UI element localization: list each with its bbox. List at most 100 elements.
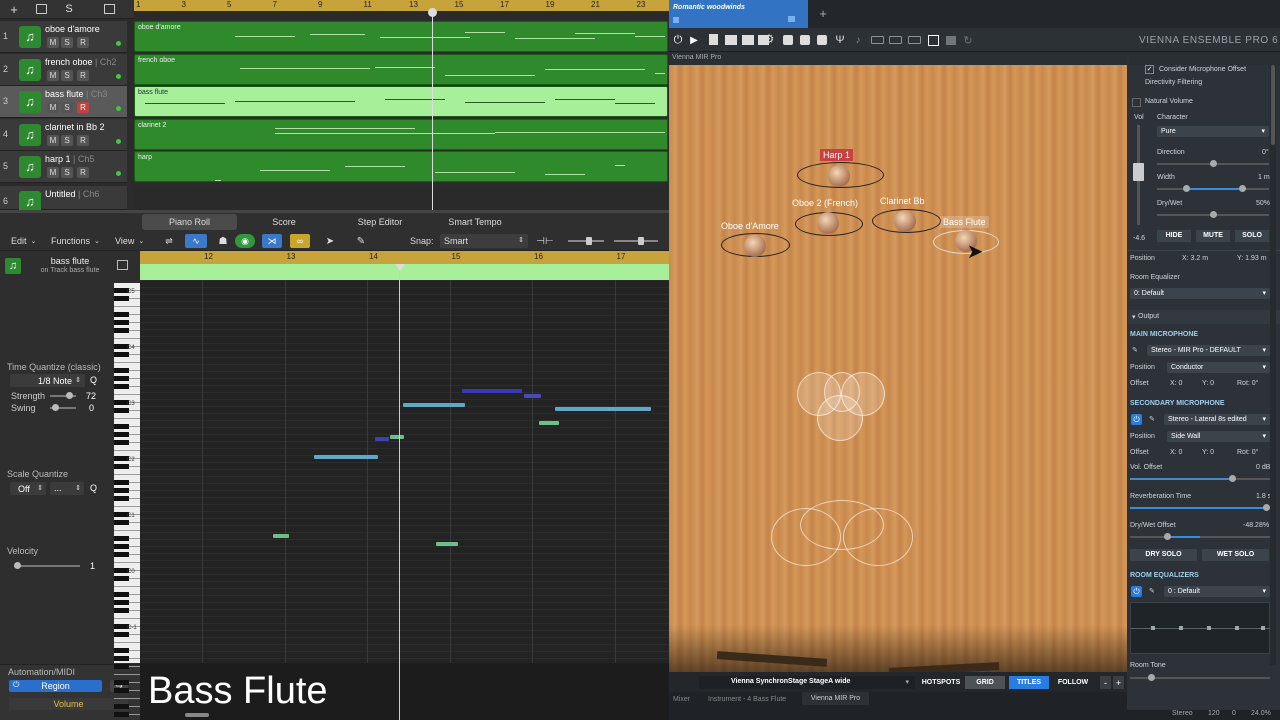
track-header-3[interactable]: 3 ♫ bass flute | Ch3 M S R: [0, 86, 127, 119]
position-y[interactable]: Y: 1.93 m: [1237, 255, 1267, 262]
arrange-ruler[interactable]: 1 3 5 7 9 11 13 15 17 19 21 23: [134, 0, 669, 11]
harp-1-label[interactable]: Harp 1: [820, 149, 854, 161]
white-key[interactable]: [114, 523, 140, 531]
midi-note[interactable]: [390, 435, 404, 439]
mir-stage[interactable]: [669, 65, 1127, 672]
scale-q-button[interactable]: Q: [90, 483, 97, 493]
power-icon[interactable]: ⏻: [672, 33, 684, 47]
white-key[interactable]: [114, 579, 140, 587]
grid-button[interactable]: GRID: [965, 676, 1005, 689]
dw-offset-slider[interactable]: [1130, 533, 1270, 540]
tab-piano-roll[interactable]: Piano Roll: [142, 214, 237, 230]
tab-score[interactable]: Score: [240, 214, 328, 230]
quantize-q-button[interactable]: Q: [90, 375, 97, 385]
database-out-icon[interactable]: [800, 35, 810, 45]
tab-romantic-woodwinds[interactable]: Romantic woodwinds: [669, 0, 808, 28]
strength-value[interactable]: 72: [86, 391, 96, 401]
power-icon[interactable]: ⏻: [1131, 414, 1142, 425]
link-region-icon[interactable]: [117, 260, 128, 270]
power-icon[interactable]: ⏻: [1131, 586, 1142, 597]
character-dropdown[interactable]: Pure ▾: [1157, 126, 1269, 137]
reverb-slider[interactable]: [1130, 504, 1270, 511]
white-key[interactable]: [114, 555, 140, 563]
region-2[interactable]: french oboe: [134, 53, 668, 85]
record-enable-button[interactable]: R: [77, 167, 89, 179]
track-header-5[interactable]: 5 ♫ harp 1 | Ch5 M S R: [0, 151, 127, 184]
velocity-slider[interactable]: [14, 562, 80, 569]
secondary-mic-dropdown[interactable]: Stereo - Lateral 8s edited ▾: [1164, 414, 1270, 425]
lock-icon[interactable]: [788, 16, 795, 22]
white-key[interactable]: [114, 387, 140, 395]
link-icon[interactable]: ⋊: [262, 234, 282, 248]
wrench-icon[interactable]: ✎: [1132, 346, 1138, 354]
main-offset-rot[interactable]: Rot: 0°: [1237, 380, 1258, 387]
panel-scrollbar[interactable]: [1270, 65, 1276, 665]
room-tone-slider[interactable]: [1130, 674, 1270, 681]
vertical-zoom-slider[interactable]: [566, 235, 606, 247]
piano-roll-playhead[interactable]: [399, 264, 400, 720]
drywet-slider[interactable]: [1157, 211, 1269, 218]
tab-mixer[interactable]: Mixer: [673, 696, 690, 703]
white-key[interactable]: [114, 331, 140, 339]
midi-note[interactable]: [462, 389, 522, 393]
region-3[interactable]: bass flute: [134, 86, 668, 118]
main-mic-dropdown[interactable]: Stereo - MIR Pro - DEFAULT ▾: [1147, 345, 1270, 356]
secondary-mic-lobe[interactable]: [800, 500, 884, 550]
track-header-2[interactable]: 2 ♫ french oboe | Ch2 M S R: [0, 53, 127, 86]
keyboard-icon[interactable]: [871, 36, 884, 44]
reverb-value[interactable]: 1.8 s: [1256, 493, 1271, 500]
zoom-in-button[interactable]: +: [1113, 676, 1124, 689]
consider-offset-checkbox[interactable]: ✓: [1145, 65, 1154, 74]
clarinet-bb-label[interactable]: Clarinet Bb: [877, 195, 928, 207]
natural-volume-checkbox[interactable]: [1132, 98, 1141, 107]
midi-note[interactable]: [436, 542, 458, 546]
playhead-handle[interactable]: [395, 264, 405, 271]
width-value[interactable]: 1 m: [1258, 174, 1270, 181]
solo-button[interactable]: S: [61, 167, 73, 179]
zoom-out-button[interactable]: -: [1100, 676, 1111, 689]
wrench-icon[interactable]: ✎: [1149, 415, 1155, 423]
save-icon[interactable]: [742, 35, 754, 45]
play-icon[interactable]: ▶: [688, 33, 700, 47]
database-in-icon[interactable]: [817, 35, 827, 45]
scale-type-dropdown[interactable]: ... ⇕: [50, 482, 84, 495]
fit-icon[interactable]: ⊣⊢: [536, 235, 553, 247]
white-key[interactable]: [114, 691, 140, 699]
midi-note[interactable]: [375, 437, 389, 441]
record-enable-button[interactable]: R: [77, 69, 89, 81]
white-key[interactable]: [114, 499, 140, 507]
stage-select-dropdown[interactable]: Vienna SynchronStage StageA wide ▾: [699, 676, 915, 689]
mute-button[interactable]: MUTE: [1196, 230, 1230, 242]
playhead-handle[interactable]: [428, 8, 437, 17]
wrench-icon[interactable]: ✎: [1149, 587, 1155, 595]
velocity-value[interactable]: 1: [90, 561, 95, 571]
solo-button[interactable]: S: [61, 37, 73, 48]
white-key[interactable]: [114, 635, 140, 643]
oboe-2-label[interactable]: Oboe 2 (French): [789, 197, 861, 209]
mute-button[interactable]: M: [47, 167, 59, 179]
sec-position-dropdown[interactable]: Side Wall ▾: [1167, 431, 1270, 442]
white-key[interactable]: [114, 443, 140, 451]
solo-button[interactable]: SOLO: [1235, 230, 1269, 242]
drywet-value[interactable]: 50%: [1256, 200, 1270, 207]
horizontal-scrollbar[interactable]: [185, 713, 209, 717]
tab-step-editor[interactable]: Step Editor: [334, 214, 426, 230]
mute-button[interactable]: M: [47, 102, 59, 114]
solo-button[interactable]: S: [61, 134, 73, 146]
solo-button[interactable]: S: [61, 69, 73, 81]
piano-keyboard[interactable]: C5 C4 C3 C2 C1 C0 C-1: [114, 283, 140, 717]
position-x[interactable]: X: 3.2 m: [1182, 255, 1208, 262]
dw-offset-value[interactable]: -48.28%: [1243, 522, 1269, 529]
room-eq-dropdown[interactable]: 0: Default ▾: [1130, 288, 1270, 299]
track-header-6[interactable]: 6 ♫ Untitled | Ch6: [0, 186, 127, 213]
vol-offset-value[interactable]: 0 dB: [1256, 464, 1270, 471]
track-header-1[interactable]: 1 ♫ oboe d'amore MSR: [0, 21, 127, 53]
tab-mir-pro[interactable]: Vienna MIR Pro: [802, 692, 869, 705]
titles-button[interactable]: TITLES: [1009, 676, 1049, 689]
add-track-icon[interactable]: +: [6, 2, 22, 17]
black-key[interactable]: [114, 712, 129, 717]
midi-note[interactable]: [539, 421, 559, 425]
horizontal-zoom-slider[interactable]: [612, 235, 660, 247]
white-key[interactable]: [114, 299, 140, 307]
width-slider[interactable]: [1157, 185, 1269, 192]
